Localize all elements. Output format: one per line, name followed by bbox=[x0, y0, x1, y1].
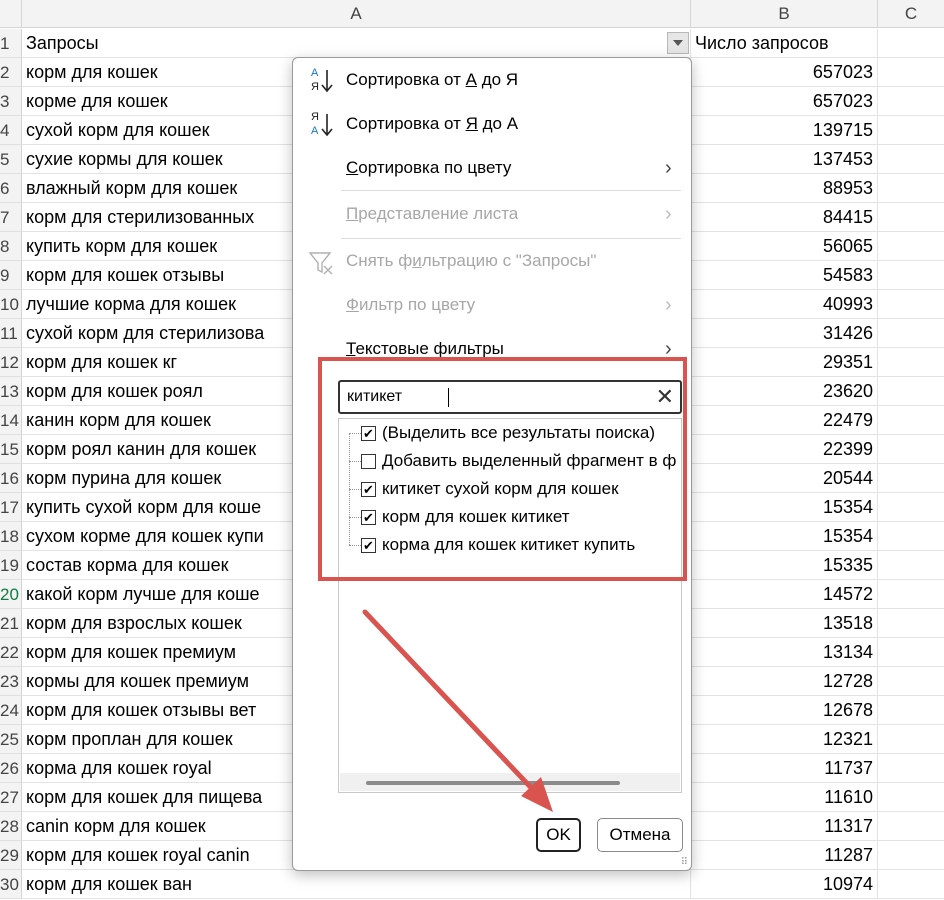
annotation-arrow-icon bbox=[362, 609, 553, 812]
